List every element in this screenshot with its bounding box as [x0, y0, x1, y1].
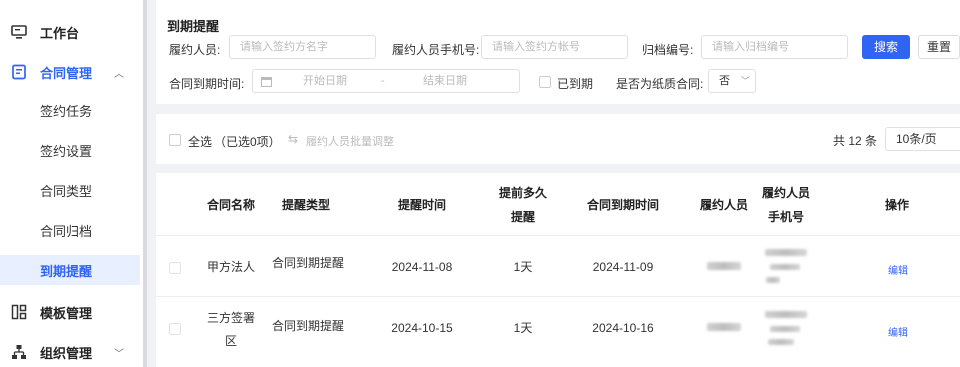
cell-remind-type: 合同到期提醒	[271, 319, 344, 333]
filter-panel: 到期提醒 履约人员: 请输入签约方名字 履约人员手机号: 请输入签约方帐号 归档…	[156, 0, 960, 104]
calendar-icon	[261, 77, 272, 87]
sidebar-subitem-contract-archive[interactable]: 合同归档	[0, 215, 140, 245]
column-header-advance-2: 提醒	[510, 210, 535, 224]
expired-checkbox[interactable]	[539, 76, 551, 88]
total-count: 共 12 条	[833, 134, 878, 148]
sidebar-subitem-label: 到期提醒	[40, 263, 93, 279]
cell-remind-time: 2024-11-08	[391, 260, 453, 274]
cell-expiry: 2024-10-16	[592, 321, 654, 335]
expiry-label: 合同到期时间:	[169, 77, 245, 91]
performer-label: 履约人员:	[169, 43, 221, 57]
document-icon	[12, 64, 26, 80]
sidebar-subitem-label: 合同归档	[40, 223, 93, 239]
paper-contract-select[interactable]: 否 ﹀	[708, 69, 756, 93]
paper-contract-label: 是否为纸质合同:	[616, 77, 704, 91]
redacted-performer	[707, 262, 741, 270]
archive-input[interactable]: 请输入归档编号	[701, 35, 848, 59]
reset-button[interactable]: 重置	[918, 35, 960, 59]
cell-remind-type: 合同到期提醒	[271, 256, 344, 270]
select-all-label: 全选	[188, 135, 213, 149]
column-header-expiry: 合同到期时间	[586, 198, 659, 212]
cell-contract-name: 甲方法人	[206, 260, 255, 274]
edit-link[interactable]: 编辑	[888, 324, 908, 339]
phone-input[interactable]: 请输入签约方帐号	[481, 35, 628, 59]
search-button[interactable]: 搜索	[862, 35, 910, 59]
cell-expiry: 2024-11-09	[592, 260, 654, 274]
sidebar-item-label: 工作台	[40, 25, 80, 41]
sidebar: 工作台 合同管理 ︿ 签约任务 签约设置 合同类型 合同归档 到期提醒 模板管理…	[0, 0, 146, 367]
column-header-type: 提醒类型	[281, 198, 330, 212]
expired-label: 已到期	[557, 77, 594, 91]
redacted-phone	[768, 339, 794, 345]
performer-input[interactable]: 请输入签约方名字	[229, 35, 376, 59]
date-range-picker[interactable]: 开始日期 - 结束日期	[252, 69, 520, 93]
row-divider	[156, 296, 960, 297]
batch-adjust-button[interactable]: 履约人员批量调整	[306, 133, 394, 149]
date-separator: -	[381, 75, 385, 87]
sidebar-subitem-signing-settings[interactable]: 签约设置	[0, 135, 140, 165]
select-all-checkbox[interactable]	[169, 134, 181, 146]
chevron-up-icon: ︿	[114, 68, 124, 80]
sidebar-scrollbar[interactable]	[143, 0, 147, 367]
sidebar-subitem-contract-types[interactable]: 合同类型	[0, 175, 140, 205]
column-header-performer: 履约人员	[699, 198, 748, 212]
column-header-phone: 履约人员	[761, 186, 810, 200]
page-size-value: 10条/页	[896, 132, 937, 146]
paper-contract-value: 否	[719, 75, 730, 87]
redacted-phone	[765, 249, 807, 256]
sidebar-item-label: 组织管理	[40, 345, 93, 361]
row-checkbox[interactable]	[169, 323, 181, 335]
table-toolbar: 全选 （已选0项） ⇆ 履约人员批量调整 共 12 条 10条/页	[156, 114, 960, 164]
column-header-phone-2: 手机号	[767, 210, 804, 224]
org-icon	[12, 345, 26, 359]
end-date[interactable]: 结束日期	[423, 70, 467, 92]
page-size-select[interactable]: 10条/页	[885, 127, 960, 151]
sidebar-item-label: 模板管理	[40, 305, 93, 321]
sidebar-subitem-signing-tasks[interactable]: 签约任务	[0, 95, 140, 125]
column-header-name: 合同名称	[206, 198, 255, 212]
column-header-action: 操作	[884, 198, 909, 212]
sidebar-subitem-expiry-reminder[interactable]: 到期提醒	[0, 255, 140, 285]
sidebar-subitem-label: 签约任务	[40, 103, 93, 119]
archive-label: 归档编号:	[642, 43, 694, 57]
redacted-phone	[770, 326, 800, 332]
column-header-remind-time: 提醒时间	[397, 198, 446, 212]
redacted-phone	[766, 277, 780, 283]
reminder-table: 合同名称 提醒类型 提醒时间 提前多久 提醒 合同到期时间 履约人员 履约人员 …	[156, 173, 960, 367]
sidebar-subitem-label: 签约设置	[40, 143, 93, 159]
cell-advance: 1天	[513, 321, 533, 335]
sidebar-item-template-management[interactable]: 模板管理	[0, 297, 140, 327]
column-header-advance: 提前多久	[498, 186, 547, 200]
chevron-down-icon: ﹀	[114, 348, 124, 360]
sidebar-subitem-label: 合同类型	[40, 183, 93, 199]
redacted-performer	[707, 323, 741, 331]
cell-remind-time: 2024-10-15	[391, 321, 453, 335]
sidebar-item-contract-management[interactable]: 合同管理 ︿	[0, 57, 140, 87]
row-checkbox[interactable]	[169, 262, 181, 274]
sidebar-item-label: 合同管理	[40, 65, 93, 81]
chevron-down-icon: ﹀	[741, 76, 751, 86]
selected-count: （已选0项）	[214, 135, 281, 149]
cell-contract-name-2: 区	[224, 334, 237, 348]
sidebar-item-workbench[interactable]: 工作台	[0, 17, 140, 47]
cell-contract-name: 三方签署	[206, 311, 255, 325]
phone-label: 履约人员手机号:	[392, 43, 480, 57]
monitor-icon	[11, 25, 27, 39]
template-icon	[11, 304, 27, 320]
cell-advance: 1天	[513, 260, 533, 274]
start-date[interactable]: 开始日期	[303, 70, 347, 92]
batch-adjust-icon: ⇆	[288, 132, 299, 146]
page-title: 到期提醒	[167, 19, 220, 34]
redacted-phone	[765, 311, 807, 318]
header-divider	[156, 235, 960, 236]
sidebar-item-org-management[interactable]: 组织管理 ﹀	[0, 337, 140, 367]
redacted-phone	[770, 264, 800, 270]
edit-link[interactable]: 编辑	[888, 262, 908, 277]
